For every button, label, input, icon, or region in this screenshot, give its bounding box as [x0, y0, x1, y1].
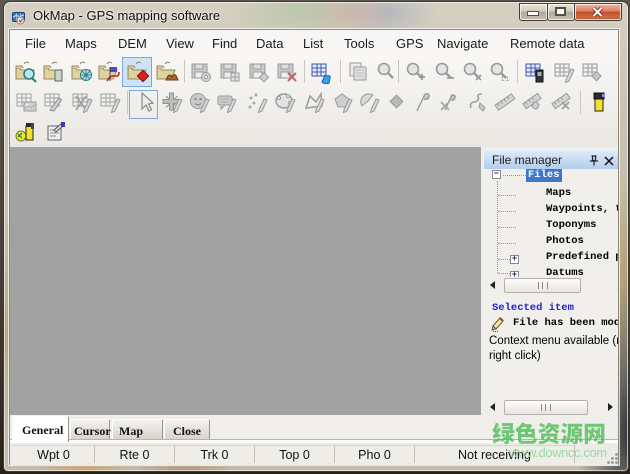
svg-text:1:1: 1:1 [501, 77, 510, 83]
